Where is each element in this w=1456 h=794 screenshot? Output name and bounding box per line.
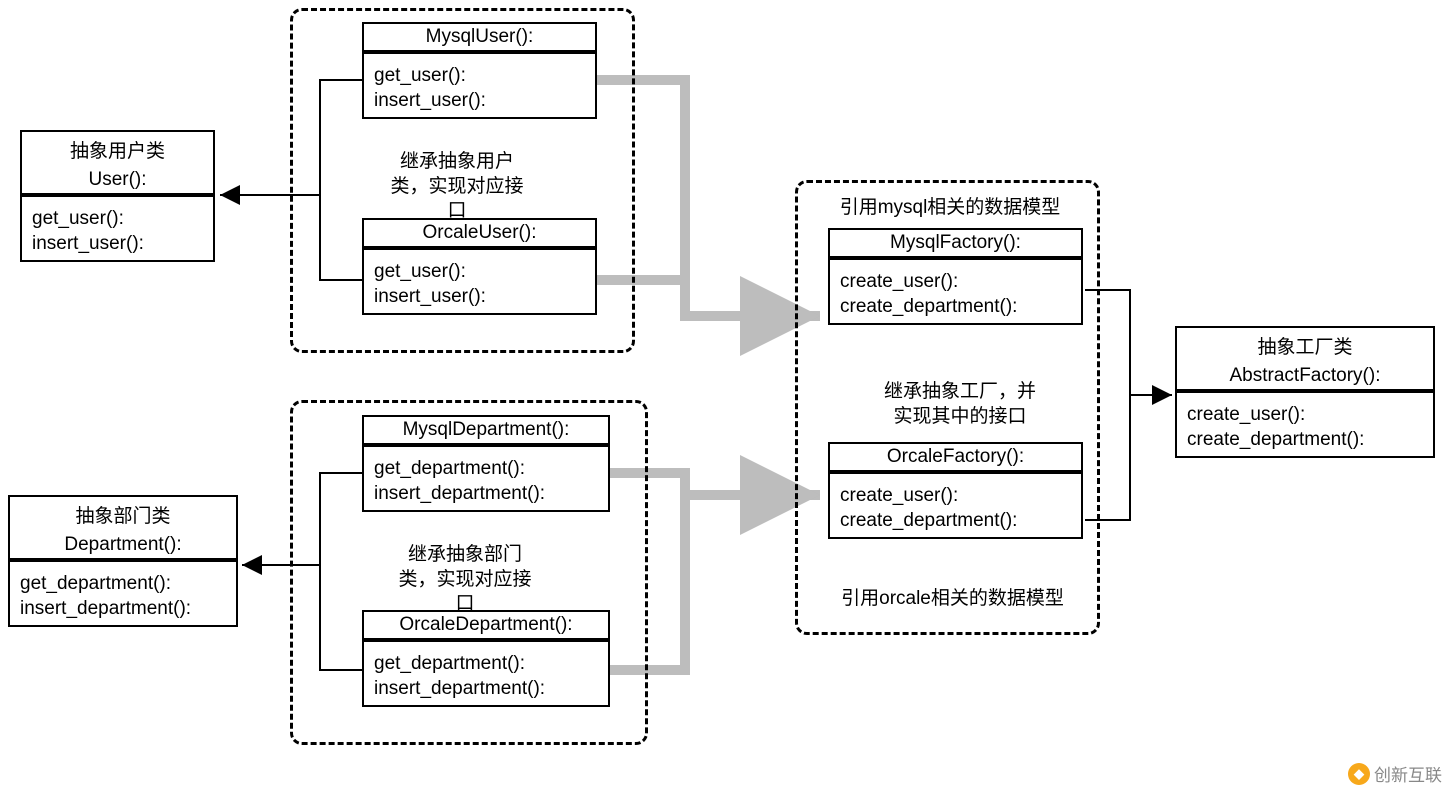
mysql-factory-name: MysqlFactory(): <box>830 230 1081 258</box>
note-factory-inherit: 继承抽象工厂，并 实现其中的接口 <box>860 380 1060 429</box>
mysql-dept-m2: insert_department(): <box>374 482 598 507</box>
note-user-group: 继承抽象用户 类，实现对应接 口 <box>362 150 552 224</box>
mysql-dept-name: MysqlDepartment(): <box>364 417 608 445</box>
watermark-text: 创新互联 <box>1374 761 1442 786</box>
oracle-user-name: OrcaleUser(): <box>364 220 595 248</box>
class-mysql-factory: MysqlFactory(): create_user(): create_de… <box>828 228 1083 325</box>
oracle-factory-m1: create_user(): <box>840 484 1071 509</box>
oracle-factory-name: OrcaleFactory(): <box>830 444 1081 472</box>
oracle-factory-m2: create_department(): <box>840 509 1071 534</box>
abstract-dept-name: Department(): <box>10 532 236 560</box>
mysql-user-m2: insert_user(): <box>374 89 585 114</box>
watermark: ◆ 创新互联 <box>1348 761 1442 786</box>
mysql-user-name: MysqlUser(): <box>364 24 595 52</box>
abstract-dept-label: 抽象部门类 <box>10 497 236 532</box>
class-abstract-dept: 抽象部门类 Department(): get_department(): in… <box>8 495 238 627</box>
oracle-dept-m2: insert_department(): <box>374 677 598 702</box>
abstract-user-name: User(): <box>22 167 213 195</box>
mysql-dept-m1: get_department(): <box>374 457 598 482</box>
class-mysql-dept: MysqlDepartment(): get_department(): ins… <box>362 415 610 512</box>
note-dept-group: 继承抽象部门 类，实现对应接 口 <box>370 543 560 617</box>
mysql-factory-m2: create_department(): <box>840 295 1071 320</box>
abstract-user-m1: get_user(): <box>32 207 203 232</box>
class-abstract-factory: 抽象工厂类 AbstractFactory(): create_user(): … <box>1175 326 1435 458</box>
watermark-icon: ◆ <box>1348 763 1370 785</box>
abstract-dept-m1: get_department(): <box>20 572 226 597</box>
abstract-factory-m1: create_user(): <box>1187 403 1423 428</box>
mysql-factory-m1: create_user(): <box>840 270 1071 295</box>
abstract-user-label: 抽象用户类 <box>22 132 213 167</box>
abstract-factory-m2: create_department(): <box>1187 428 1423 453</box>
mysql-user-m1: get_user(): <box>374 64 585 89</box>
class-oracle-factory: OrcaleFactory(): create_user(): create_d… <box>828 442 1083 539</box>
class-abstract-user: 抽象用户类 User(): get_user(): insert_user(): <box>20 130 215 262</box>
oracle-dept-name: OrcaleDepartment(): <box>364 612 608 640</box>
class-mysql-user: MysqlUser(): get_user(): insert_user(): <box>362 22 597 119</box>
abstract-factory-label: 抽象工厂类 <box>1177 328 1433 363</box>
oracle-dept-m1: get_department(): <box>374 652 598 677</box>
class-oracle-dept: OrcaleDepartment(): get_department(): in… <box>362 610 610 707</box>
oracle-user-m1: get_user(): <box>374 260 585 285</box>
note-mysql-ref: 引用mysql相关的数据模型 <box>820 196 1080 221</box>
class-oracle-user: OrcaleUser(): get_user(): insert_user(): <box>362 218 597 315</box>
note-oracle-ref: 引用orcale相关的数据模型 <box>820 587 1085 612</box>
oracle-user-m2: insert_user(): <box>374 285 585 310</box>
abstract-factory-name: AbstractFactory(): <box>1177 363 1433 391</box>
abstract-user-m2: insert_user(): <box>32 232 203 257</box>
abstract-dept-m2: insert_department(): <box>20 597 226 622</box>
